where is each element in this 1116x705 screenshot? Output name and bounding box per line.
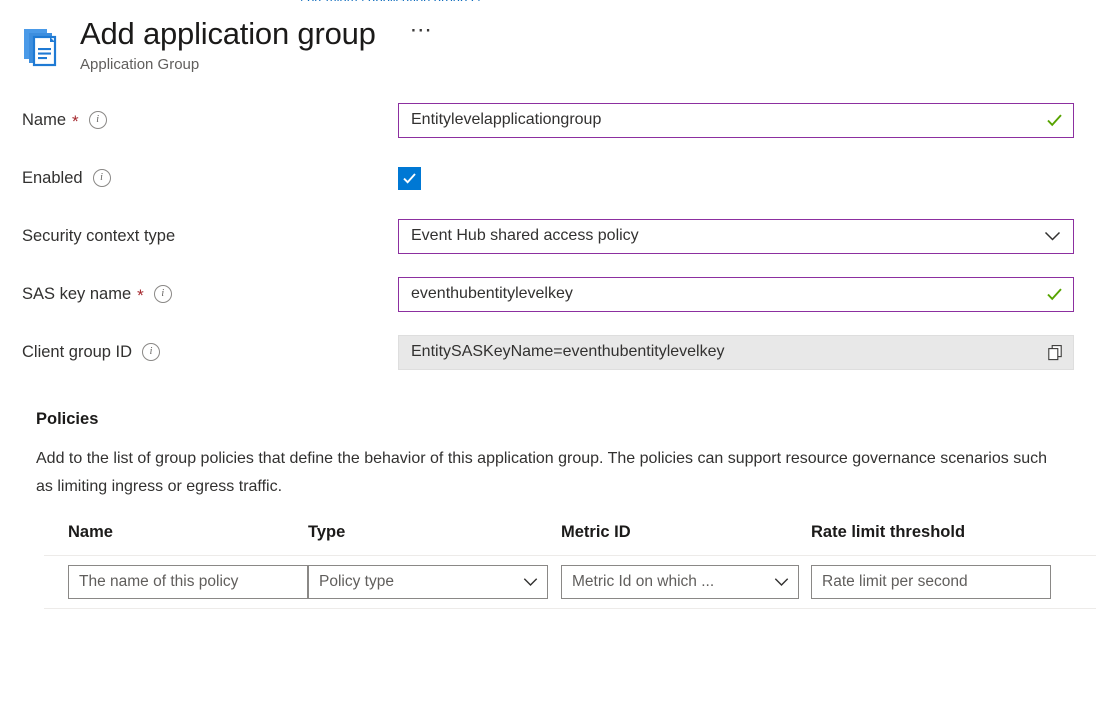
label-enabled: Enabled i: [22, 168, 398, 188]
page-header: Add application group ⋯ Application Grou…: [0, 0, 1116, 78]
required-indicator-sas-key: *: [137, 290, 144, 302]
column-header-rate-limit-threshold: Rate limit threshold: [799, 523, 1059, 542]
policy-name-input[interactable]: [68, 565, 308, 599]
policies-table: Name Type Metric ID Rate limit threshold…: [44, 523, 1096, 609]
policies-section: Policies Add to the list of group polici…: [0, 392, 1116, 609]
more-options-icon[interactable]: ⋯: [404, 17, 440, 43]
policies-heading: Policies: [36, 410, 1116, 429]
stacked-documents-icon: [22, 24, 66, 72]
chevron-down-icon-policy-type: [523, 577, 538, 587]
field-control-enabled: [398, 167, 421, 190]
table-row: Policy type Metric Id on which ...: [44, 556, 1096, 609]
metric-id-placeholder: Metric Id on which ...: [572, 573, 714, 591]
policy-type-select[interactable]: Policy type: [308, 565, 548, 599]
info-icon-name[interactable]: i: [89, 111, 107, 129]
field-control-client-group-id: EntitySASKeyName=eventhubentitylevelkey: [398, 335, 1074, 370]
client-group-id-readonly-field: EntitySASKeyName=eventhubentitylevelkey: [398, 335, 1074, 370]
info-icon-enabled[interactable]: i: [93, 169, 111, 187]
form-row-sas-key-name: SAS key name * i: [22, 276, 1116, 312]
header-text-block: Add application group ⋯ Application Grou…: [80, 14, 440, 75]
copy-icon[interactable]: [1045, 342, 1065, 362]
enabled-checkbox[interactable]: [398, 167, 421, 190]
checkmark-icon: [402, 171, 417, 186]
label-sas-key-name-text: SAS key name: [22, 284, 131, 304]
chevron-down-icon-security: [1044, 231, 1061, 242]
label-security-context-type-text: Security context type: [22, 226, 175, 246]
required-indicator-name: *: [72, 116, 79, 128]
column-header-type: Type: [296, 523, 549, 542]
security-context-type-select[interactable]: Event Hub shared access policy: [398, 219, 1074, 254]
policy-type-placeholder: Policy type: [319, 573, 394, 591]
security-context-type-value: Event Hub shared access policy: [411, 227, 639, 245]
application-group-form: Name * i Enabled i Security context t: [0, 78, 1116, 370]
title-row: Add application group ⋯: [80, 14, 440, 54]
name-input[interactable]: [398, 103, 1074, 138]
label-enabled-text: Enabled: [22, 168, 83, 188]
policies-description: Add to the list of group policies that d…: [36, 445, 1058, 501]
cell-policy-type: Policy type: [296, 565, 549, 599]
info-icon-client-group-id[interactable]: i: [142, 343, 160, 361]
label-security-context-type: Security context type: [22, 226, 398, 246]
cell-policy-name: [44, 565, 296, 599]
cell-rate-limit: [799, 565, 1059, 599]
cell-metric-id: Metric Id on which ...: [549, 565, 799, 599]
label-name: Name * i: [22, 110, 398, 130]
column-header-name: Name: [44, 523, 296, 542]
form-row-client-group-id: Client group ID i EntitySASKeyName=event…: [22, 334, 1116, 370]
form-row-name: Name * i: [22, 102, 1116, 138]
label-client-group-id-text: Client group ID: [22, 342, 132, 362]
page-subtitle: Application Group: [80, 55, 440, 75]
label-sas-key-name: SAS key name * i: [22, 284, 398, 304]
form-row-enabled: Enabled i: [22, 160, 1116, 196]
breadcrumb[interactable]: | premium | application groups |: [300, 0, 481, 1]
field-control-name: [398, 103, 1074, 138]
table-header-row: Name Type Metric ID Rate limit threshold: [44, 523, 1096, 556]
form-row-security-context-type: Security context type Event Hub shared a…: [22, 218, 1116, 254]
chevron-down-icon-metric-id: [774, 577, 789, 587]
label-name-text: Name: [22, 110, 66, 130]
metric-id-select[interactable]: Metric Id on which ...: [561, 565, 799, 599]
column-header-metric-id: Metric ID: [549, 523, 799, 542]
rate-limit-input[interactable]: [811, 565, 1051, 599]
sas-key-name-input[interactable]: [398, 277, 1074, 312]
label-client-group-id: Client group ID i: [22, 342, 398, 362]
info-icon-sas-key-name[interactable]: i: [154, 285, 172, 303]
field-control-sas-key-name: [398, 277, 1074, 312]
client-group-id-value: EntitySASKeyName=eventhubentitylevelkey: [411, 343, 725, 361]
field-control-security-context-type: Event Hub shared access policy: [398, 219, 1074, 254]
page-title: Add application group: [80, 14, 376, 54]
